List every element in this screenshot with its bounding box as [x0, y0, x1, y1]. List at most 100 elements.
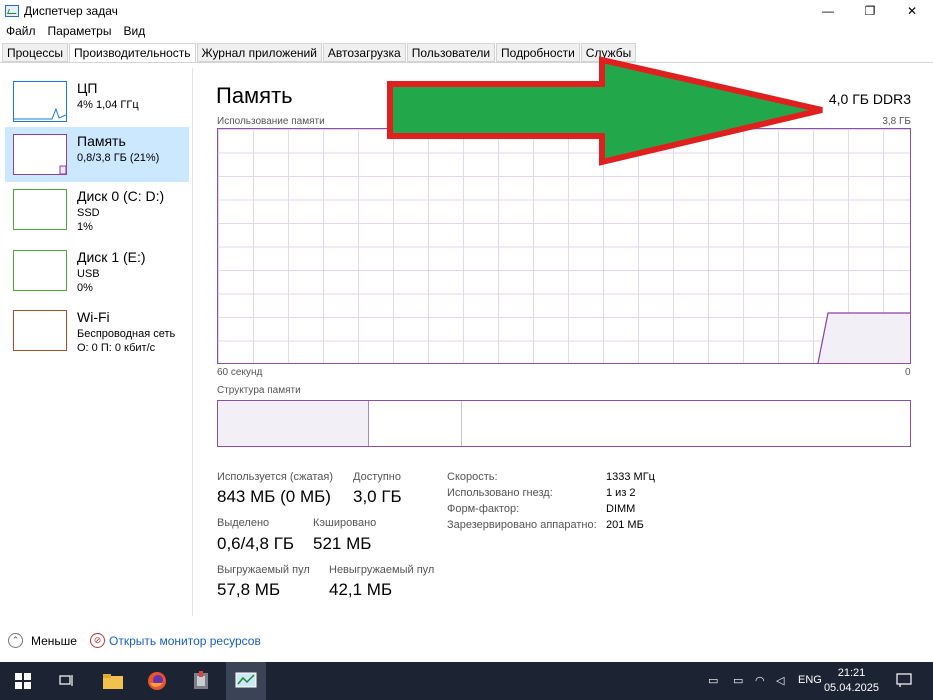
- sidebar-item-cpu[interactable]: ЦП 4% 1,04 ГГц: [5, 74, 189, 129]
- taskbar-task-manager[interactable]: [226, 662, 266, 700]
- maximize-button[interactable]: ❐: [849, 0, 891, 22]
- sidebar-item-disk-1[interactable]: Диск 1 (E:) USB 0%: [5, 243, 189, 298]
- menu-file[interactable]: Файл: [6, 24, 36, 38]
- tab-app-history[interactable]: Журнал приложений: [196, 43, 322, 62]
- sidebar-item-name: Wi-Fi: [77, 309, 110, 325]
- fewer-details-link[interactable]: Меньше: [31, 634, 77, 648]
- sidebar-item-detail: 0,8/3,8 ГБ (21%): [77, 152, 160, 164]
- in-use-label: Используется (сжатая): [217, 471, 334, 483]
- sidebar-item-usage: 0%: [77, 282, 93, 294]
- speed-label: Скорость:: [447, 471, 498, 483]
- tab-services[interactable]: Службы: [580, 43, 637, 62]
- speed-value: 1333 МГц: [606, 471, 655, 483]
- tab-startup[interactable]: Автозагрузка: [322, 43, 406, 62]
- memory-structure-bar: [217, 400, 911, 447]
- cached-value: 521 МБ: [313, 534, 372, 553]
- start-button[interactable]: [4, 662, 42, 700]
- sidebar-item-disk-0[interactable]: Диск 0 (C: D:) SSD 1%: [5, 182, 189, 237]
- bottom-bar: ⌃ Меньше ⊘ Открыть монитор ресурсов: [0, 630, 933, 652]
- firefox-icon: [148, 672, 166, 690]
- chevron-up-icon[interactable]: ⌃: [8, 633, 23, 648]
- folder-icon: [103, 674, 123, 689]
- minimize-button[interactable]: —: [807, 0, 849, 22]
- usage-graph-label: Использование памяти: [217, 116, 325, 127]
- slots-used-label: Использовано гнезд:: [447, 487, 553, 499]
- sidebar-item-detail: Беспроводная сеть: [77, 328, 176, 340]
- volume-icon[interactable]: ◁: [776, 674, 784, 687]
- tray-overflow-icon[interactable]: ▭: [708, 674, 718, 687]
- available-value: 3,0 ГБ: [353, 487, 402, 506]
- disk-0-thumbnail-graph: [13, 189, 67, 230]
- nonpaged-pool-label: Невыгружаемый пул: [329, 564, 435, 576]
- tab-details[interactable]: Подробности: [496, 43, 580, 62]
- sidebar-item-memory[interactable]: Память 0,8/3,8 ГБ (21%): [5, 127, 189, 182]
- hardware-reserved-value: 201 МБ: [606, 519, 644, 531]
- memory-structure-label: Структура памяти: [217, 385, 301, 396]
- memory-usage-graph: [217, 128, 911, 364]
- clock-time: 21:21: [837, 667, 866, 679]
- taskbar-app-installer[interactable]: [182, 662, 220, 700]
- taskbar-clock[interactable]: 21:21 05.04.2025: [824, 666, 879, 696]
- menu-bar: Файл Параметры Вид: [0, 22, 157, 40]
- sidebar-item-name: Диск 0 (C: D:): [77, 188, 165, 204]
- sidebar-item-throughput: О: 0 П: 0 кбит/с: [77, 342, 156, 354]
- structure-modified-segment: [371, 401, 462, 446]
- page-title: Память: [216, 83, 293, 108]
- battery-icon[interactable]: ▭: [733, 674, 743, 687]
- taskbar-firefox[interactable]: [138, 662, 176, 700]
- sidebar-item-detail: 4% 1,04 ГГц: [77, 99, 139, 111]
- sidebar-divider: [192, 68, 193, 616]
- sidebar-item-name: ЦП: [77, 80, 98, 96]
- tab-strip: Процессы Производительность Журнал прило…: [2, 43, 637, 63]
- cached-label: Кэшировано: [313, 517, 377, 529]
- usage-graph-max: 3,8 ГБ: [882, 116, 911, 127]
- notifications-icon[interactable]: [896, 672, 912, 691]
- paged-pool-value: 57,8 МБ: [217, 580, 281, 599]
- tab-performance[interactable]: Производительность: [69, 43, 196, 63]
- taskbar: ▭ ▭ ◠ ◁ ENG 21:21 05.04.2025: [0, 662, 933, 700]
- title-bar: Диспетчер задач — ❐ ✕: [0, 0, 933, 22]
- windows-logo-icon: [15, 673, 31, 689]
- tab-processes[interactable]: Процессы: [2, 43, 69, 62]
- slots-used-value: 1 из 2: [606, 487, 636, 499]
- sidebar-item-usage: 1%: [77, 221, 93, 233]
- graph-time-end: 0: [905, 367, 911, 378]
- committed-value: 0,6/4,8 ГБ: [217, 534, 295, 553]
- close-button[interactable]: ✕: [891, 0, 933, 22]
- wifi-icon[interactable]: ◠: [755, 674, 765, 687]
- window-title: Диспетчер задач: [24, 4, 118, 18]
- menu-options[interactable]: Параметры: [48, 24, 112, 38]
- sidebar-item-wifi[interactable]: Wi-Fi Беспроводная сеть О: 0 П: 0 кбит/с: [5, 303, 189, 358]
- clock-date: 05.04.2025: [823, 682, 879, 694]
- disk-1-thumbnail-graph: [13, 250, 67, 291]
- open-resource-monitor-link[interactable]: Открыть монитор ресурсов: [109, 634, 261, 648]
- paged-pool-label: Выгружаемый пул: [217, 564, 310, 576]
- tab-users[interactable]: Пользователи: [406, 43, 496, 62]
- memory-thumbnail-graph: [13, 134, 67, 175]
- wifi-thumbnail-graph: [13, 310, 67, 351]
- sidebar-item-detail: SSD: [77, 207, 100, 219]
- committed-label: Выделено: [217, 517, 270, 529]
- graph-time-start: 60 секунд: [217, 367, 263, 378]
- form-factor-value: DIMM: [606, 503, 636, 515]
- in-use-value: 843 МБ (0 МБ): [217, 487, 331, 506]
- memory-type: 4,0 ГБ DDR3: [828, 91, 911, 107]
- resource-sidebar: ЦП 4% 1,04 ГГц Память 0,8/3,8 ГБ (21%) Д…: [0, 64, 192, 619]
- task-manager-icon: [5, 5, 19, 17]
- installer-icon: [194, 671, 208, 689]
- sidebar-item-detail: USB: [77, 268, 100, 280]
- available-label: Доступно: [353, 471, 402, 483]
- structure-in-use-segment: [218, 401, 369, 446]
- sidebar-item-name: Диск 1 (E:): [77, 249, 146, 265]
- task-view-button[interactable]: [48, 662, 86, 700]
- hardware-reserved-label: Зарезервировано аппаратно:: [447, 519, 597, 531]
- form-factor-label: Форм-фактор:: [447, 503, 520, 515]
- cpu-thumbnail-graph: [13, 81, 67, 122]
- menu-view[interactable]: Вид: [123, 24, 145, 38]
- nonpaged-pool-value: 42,1 МБ: [329, 580, 393, 599]
- input-language[interactable]: ENG: [798, 674, 822, 686]
- tabs-divider: [0, 62, 933, 63]
- task-view-icon: [59, 675, 73, 686]
- resource-monitor-icon[interactable]: ⊘: [90, 633, 105, 648]
- taskbar-file-explorer[interactable]: [94, 662, 132, 700]
